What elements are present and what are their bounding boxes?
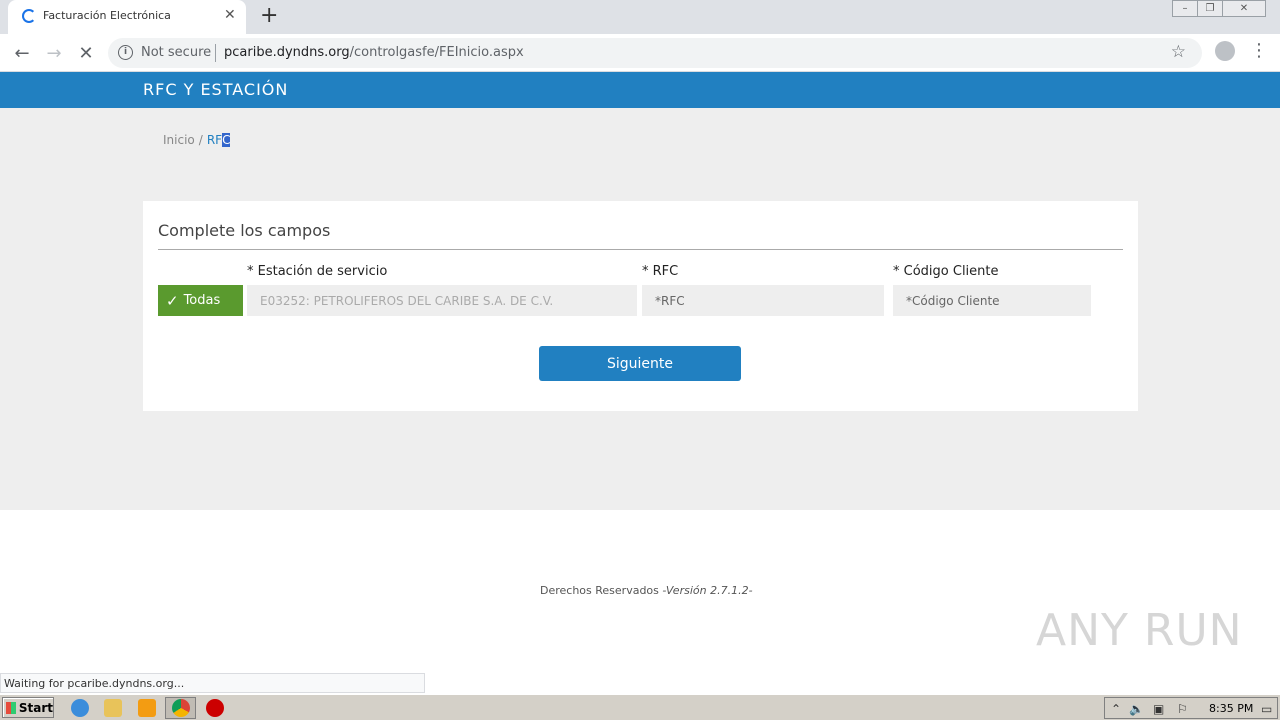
rfc-input[interactable]: *RFC bbox=[642, 285, 884, 316]
stop-loading-icon[interactable]: ✕ bbox=[74, 41, 98, 65]
browser-tab[interactable]: Facturación Electrónica ✕ bbox=[8, 0, 246, 34]
system-tray: ⌃ 🔈 ▣ ⚐ 8:35 PM ▭ bbox=[1104, 697, 1278, 719]
breadcrumb-current-text: RF bbox=[206, 133, 223, 147]
window-close-icon[interactable]: ✕ bbox=[1222, 0, 1266, 17]
url-host: pcaribe.dyndns.org bbox=[224, 45, 350, 60]
start-label: Start bbox=[18, 700, 53, 715]
volume-icon[interactable]: 🔈 bbox=[1129, 702, 1144, 716]
footer: Derechos Reservados -Versión 2.7.1.2- bbox=[540, 584, 753, 597]
footer-version: -Versión 2.7.1.2- bbox=[662, 584, 753, 597]
browser-menu-icon[interactable]: ⋮ bbox=[1250, 40, 1268, 61]
internet-explorer-icon[interactable] bbox=[71, 699, 89, 717]
close-tab-icon[interactable]: ✕ bbox=[224, 7, 236, 23]
form-divider bbox=[158, 249, 1123, 250]
station-label: * Estación de servicio bbox=[247, 264, 388, 279]
media-player-icon[interactable] bbox=[138, 699, 156, 717]
site-header: RFC Y ESTACIÓN bbox=[0, 72, 1280, 108]
codigo-cliente-input[interactable]: *Código Cliente bbox=[893, 285, 1091, 316]
page-title: RFC Y ESTACIÓN bbox=[143, 80, 289, 99]
todas-label: Todas bbox=[183, 293, 221, 308]
window-controls: – ❐ ✕ bbox=[1172, 0, 1266, 18]
station-select[interactable]: E03252: PETROLIFEROS DEL CARIBE S.A. DE … bbox=[247, 285, 637, 316]
file-explorer-icon[interactable] bbox=[104, 699, 122, 717]
restore-icon[interactable]: ❐ bbox=[1197, 0, 1223, 17]
flag-icon[interactable]: ⚐ bbox=[1177, 702, 1188, 716]
new-tab-icon[interactable]: + bbox=[260, 3, 278, 28]
breadcrumb-current: RFC bbox=[207, 133, 231, 147]
breadcrumb: Inicio / RFC bbox=[163, 133, 231, 147]
tab-title: Facturación Electrónica bbox=[43, 9, 171, 22]
breadcrumb-current-selected: C bbox=[222, 133, 231, 147]
breadcrumb-separator: / bbox=[198, 133, 203, 147]
minimize-icon[interactable]: – bbox=[1172, 0, 1198, 17]
rfc-placeholder: *RFC bbox=[655, 293, 685, 308]
siguiente-label: Siguiente bbox=[606, 355, 673, 372]
taskbar: Start ⌃ 🔈 ▣ ⚐ 8:35 PM ▭ bbox=[0, 694, 1280, 720]
url-text[interactable]: pcaribe.dyndns.org/controlgasfe/FEInicio… bbox=[224, 45, 524, 60]
browser-tabstrip: Facturación Electrónica ✕ + – ❐ ✕ bbox=[0, 0, 1280, 34]
browser-toolbar: ← → ✕ i Not secure pcaribe.dyndns.org/co… bbox=[0, 34, 1280, 72]
loading-spinner-icon bbox=[22, 9, 36, 23]
url-path: /controlgasfe/FEInicio.aspx bbox=[349, 45, 524, 60]
breadcrumb-home-link[interactable]: Inicio bbox=[163, 133, 195, 147]
footer-rights: Derechos Reservados bbox=[540, 584, 663, 597]
windows-logo-icon bbox=[6, 701, 16, 714]
siguiente-button[interactable]: Siguiente bbox=[539, 346, 741, 381]
status-bubble: Waiting for pcaribe.dyndns.org... bbox=[0, 673, 425, 693]
back-arrow-icon[interactable]: ← bbox=[10, 41, 34, 65]
antivirus-icon[interactable] bbox=[206, 699, 224, 717]
check-icon: ✓ bbox=[166, 291, 179, 310]
profile-avatar-icon[interactable] bbox=[1215, 41, 1235, 61]
form-title: Complete los campos bbox=[158, 221, 331, 240]
station-value: E03252: PETROLIFEROS DEL CARIBE S.A. DE … bbox=[260, 293, 554, 308]
bookmark-star-icon[interactable]: ☆ bbox=[1171, 42, 1186, 62]
forward-arrow-icon[interactable]: → bbox=[42, 41, 66, 65]
rfc-label: * RFC bbox=[642, 264, 679, 279]
clock[interactable]: 8:35 PM bbox=[1209, 702, 1253, 715]
url-separator bbox=[215, 44, 216, 62]
form-card: Complete los campos * Estación de servic… bbox=[143, 201, 1138, 411]
network-icon[interactable]: ▣ bbox=[1153, 702, 1164, 716]
codigo-label: * Código Cliente bbox=[893, 264, 999, 279]
address-bar[interactable]: i Not secure pcaribe.dyndns.org/controlg… bbox=[108, 38, 1202, 68]
info-icon[interactable]: i bbox=[118, 45, 133, 60]
not-secure-label: Not secure bbox=[141, 45, 212, 60]
chrome-icon bbox=[172, 699, 190, 717]
anyrun-watermark: ANY RUN bbox=[1036, 605, 1243, 656]
chrome-taskbar-button[interactable] bbox=[165, 697, 196, 719]
todas-button[interactable]: ✓ Todas bbox=[158, 285, 243, 316]
start-button[interactable]: Start bbox=[2, 697, 54, 718]
codigo-placeholder: *Código Cliente bbox=[906, 293, 1000, 308]
show-desktop-icon[interactable]: ▭ bbox=[1261, 702, 1272, 716]
tray-expand-icon[interactable]: ⌃ bbox=[1111, 702, 1121, 716]
